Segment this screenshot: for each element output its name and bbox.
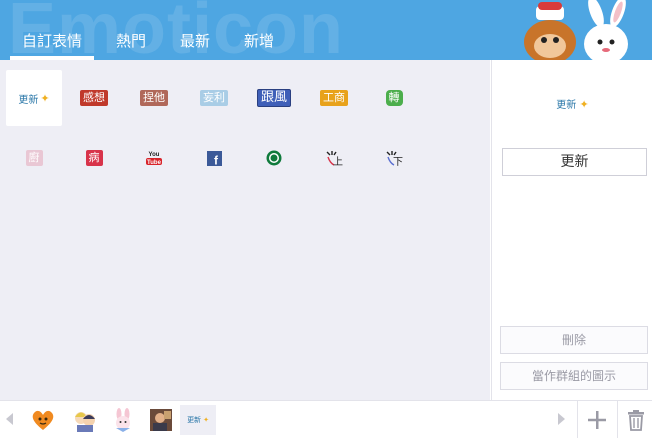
emoticon-window: Emoticon 自訂表情 熱門 最新 新增 更新 ✦ 感想 捏他 妄利 跟風 …	[0, 0, 652, 438]
sticker-label-spoiler: 捏他	[140, 90, 168, 106]
tab-add[interactable]: 新增	[232, 28, 286, 60]
sticker-sick[interactable]: 病	[66, 130, 122, 186]
sticker-wangli[interactable]: 妄利	[186, 70, 242, 126]
mascot-icon	[524, 0, 628, 60]
sticker-youtube[interactable]: You Tube	[126, 130, 182, 186]
sticker-label-repost: 轉	[385, 90, 403, 106]
tab-custom-emoticons[interactable]: 自訂表情	[10, 28, 95, 60]
sticker-label-impression: 感想	[80, 90, 108, 106]
sticker-impression[interactable]: 感想	[66, 70, 122, 126]
sticker-update[interactable]: 更新 ✦	[6, 70, 62, 126]
tab-popular[interactable]: 熱門	[104, 28, 158, 60]
add-pack-button[interactable]	[582, 405, 612, 435]
tab-latest[interactable]: 最新	[168, 28, 222, 60]
delete-pack-button[interactable]	[621, 405, 651, 435]
update-pack-sticker: 更新 ✦	[187, 415, 209, 425]
sticker-grid: 更新 ✦ 感想 捏他 妄利 跟風 工商 轉 廚 病 You Tube f 上 下	[0, 60, 490, 400]
sparkle-icon: ✦	[579, 98, 589, 111]
sticker-advertisement[interactable]: 工商	[306, 70, 362, 126]
svg-text:Tube: Tube	[147, 160, 162, 166]
pack-anime-couple[interactable]	[72, 407, 98, 433]
sticker-label-wangli: 妄利	[200, 90, 228, 106]
sticker-follow-trend[interactable]: 跟風	[246, 70, 302, 126]
header-bar: Emoticon 自訂表情 熱門 最新 新增	[0, 0, 652, 60]
update-pack-label: 更新	[187, 416, 202, 424]
sticker-facebook[interactable]: f	[186, 130, 242, 186]
sticker-label-otaku: 廚	[25, 150, 43, 166]
svg-text:You: You	[149, 152, 160, 158]
scroll-right-icon[interactable]	[558, 413, 565, 425]
photo-person-icon	[150, 409, 172, 431]
sparkle-icon: ✦	[203, 416, 209, 424]
sticker-preview: 更新 ✦	[492, 96, 652, 111]
pointing-down-icon: 下	[386, 151, 403, 167]
sticker-pack-bar: 更新 ✦	[0, 400, 652, 438]
pointing-up-label: 上	[333, 156, 343, 167]
bunny-ears-girl-icon	[116, 408, 130, 432]
sticker-label-sick: 病	[85, 150, 103, 166]
sticker-repost[interactable]: 轉	[366, 70, 422, 126]
set-group-icon-button[interactable]: 當作群組的圖示	[500, 362, 648, 390]
tab-bar: 自訂表情 熱門 最新 新增	[10, 28, 296, 60]
sticker-detail-panel: 更新 ✦ 更新 刪除 當作群組的圖示	[491, 60, 652, 400]
anime-couple-icon	[75, 412, 95, 432]
sparkle-icon: ✦	[40, 91, 50, 105]
update-sticker: 更新 ✦	[18, 91, 49, 106]
sticker-pointing-up[interactable]: 上	[306, 130, 362, 186]
sticker-spoiler[interactable]: 捏他	[126, 70, 182, 126]
youtube-logo-icon: You Tube	[146, 152, 162, 166]
scroll-left-icon[interactable]	[6, 413, 13, 425]
pointing-up-icon: 上	[326, 151, 343, 167]
sticker-otaku[interactable]: 廚	[6, 130, 62, 186]
bottom-divider	[577, 401, 578, 438]
pointing-down-label: 下	[393, 157, 403, 167]
pack-orange-heart[interactable]	[30, 407, 56, 433]
starbucks-logo-icon	[266, 150, 282, 166]
pack-photo-person[interactable]	[148, 407, 174, 433]
bottom-divider	[617, 401, 618, 438]
trash-icon	[628, 410, 644, 431]
pack-update[interactable]: 更新 ✦	[180, 405, 216, 435]
sticker-label-advertisement: 工商	[320, 90, 348, 106]
sticker-starbucks[interactable]	[246, 130, 302, 186]
preview-label: 更新	[556, 100, 577, 111]
orange-heart-face-icon	[32, 410, 54, 430]
update-sticker-label: 更新	[18, 94, 39, 106]
sticker-name-field[interactable]: 更新	[502, 148, 647, 176]
plus-icon	[588, 411, 606, 429]
delete-button[interactable]: 刪除	[500, 326, 648, 354]
sticker-pointing-down[interactable]: 下	[366, 130, 422, 186]
pack-bunny-girl[interactable]	[110, 407, 136, 433]
sticker-label-follow-trend: 跟風	[256, 89, 291, 107]
facebook-logo-icon: f	[206, 150, 222, 166]
